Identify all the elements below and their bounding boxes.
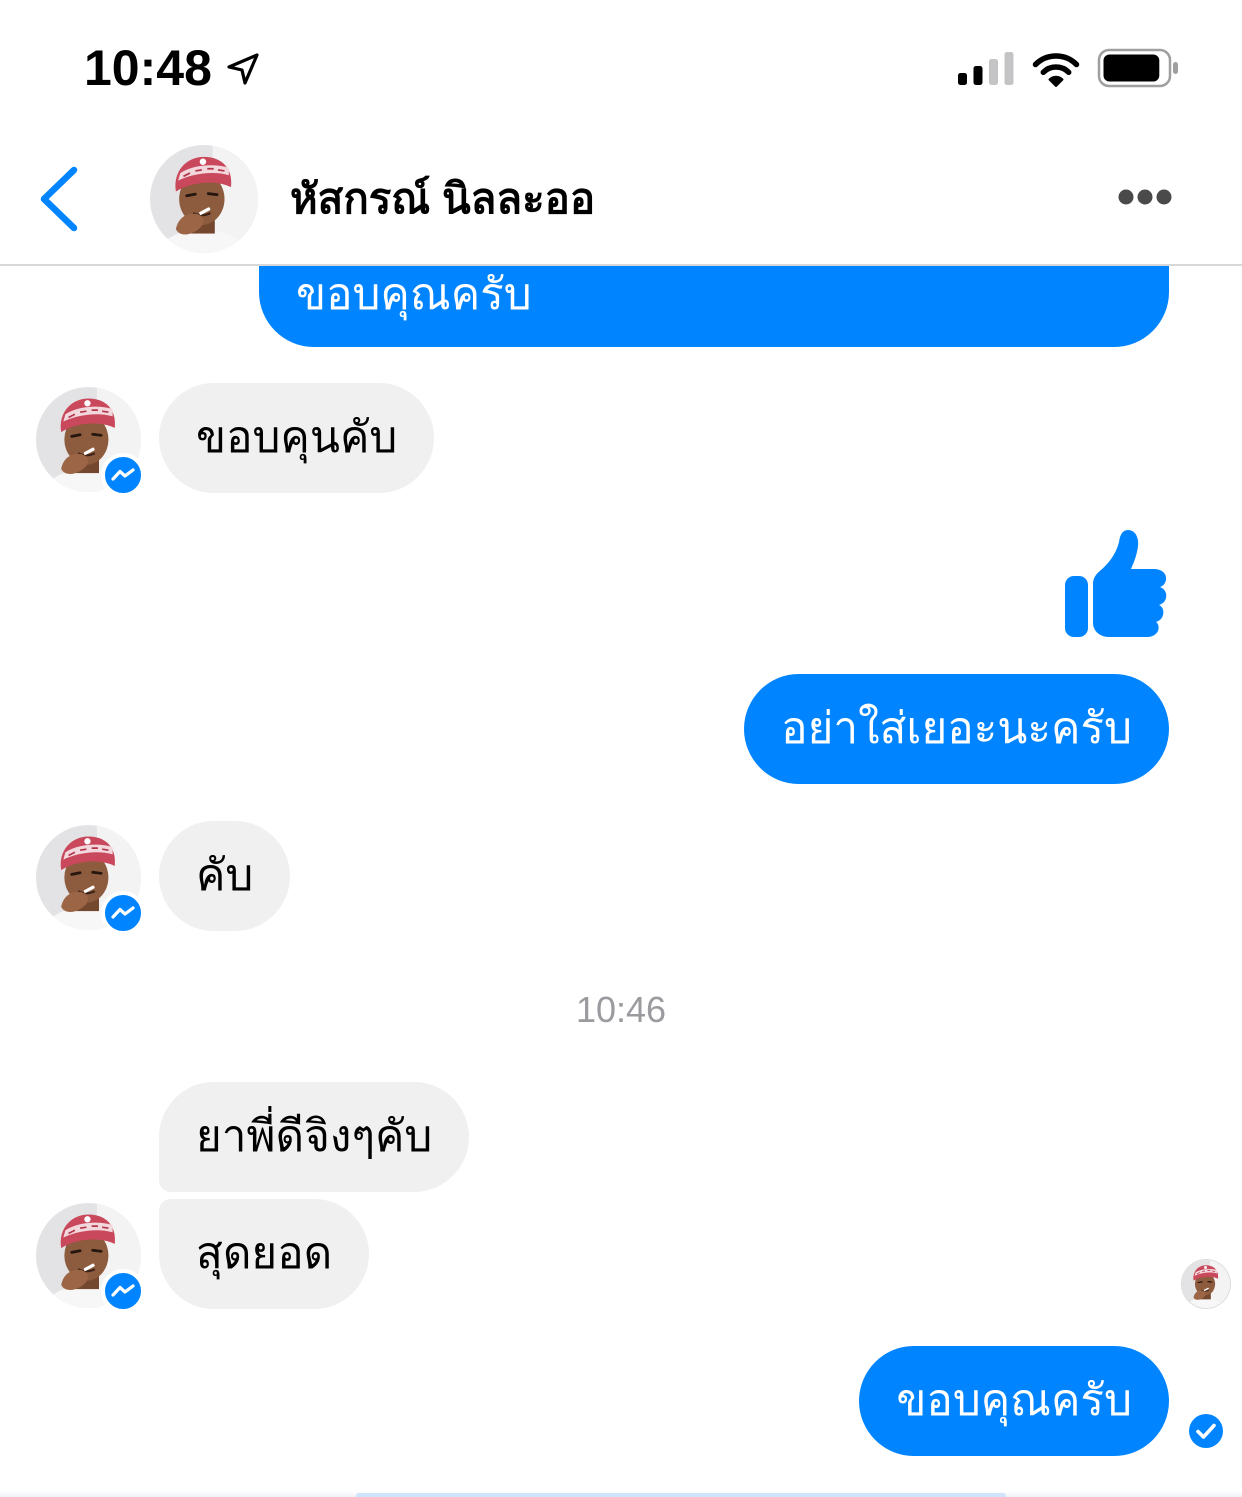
message-text: ขอบคุณครับ bbox=[896, 1376, 1132, 1425]
contact-name[interactable]: หัสกรณ์ นิลละออ bbox=[290, 171, 595, 227]
delivered-check-icon bbox=[1189, 1414, 1223, 1448]
message-text: คับ bbox=[196, 851, 254, 900]
signal-bar bbox=[973, 66, 983, 85]
more-options-button[interactable] bbox=[1110, 176, 1182, 218]
contact-avatar[interactable] bbox=[150, 145, 258, 253]
messenger-badge-icon bbox=[101, 891, 145, 935]
signal-bar bbox=[989, 59, 998, 85]
received-message-bubble[interactable]: สุดยอด bbox=[159, 1199, 370, 1309]
signal-icon bbox=[958, 52, 1014, 85]
battery-fill bbox=[1103, 54, 1160, 82]
messenger-badge-icon bbox=[101, 1269, 145, 1313]
received-message-bubble[interactable]: ขอบคุนคับ bbox=[159, 383, 435, 493]
partial-message-bubble bbox=[356, 1493, 1006, 1497]
sent-message-bubble[interactable]: ขอบคุณครับ bbox=[859, 1346, 1169, 1456]
chevron-left-icon bbox=[40, 166, 78, 232]
signal-bar bbox=[1004, 52, 1014, 85]
battery-icon bbox=[1097, 48, 1178, 88]
message-text: ขอบคุนคับ bbox=[196, 413, 398, 462]
message-text: อย่าใส่เยอะนะครับ bbox=[781, 704, 1132, 753]
top-bar: 10:48 หัสกรณ์ นิลละออ bbox=[0, 0, 1242, 264]
sent-message-bubble[interactable]: อย่าใส่เยอะนะครับ bbox=[744, 674, 1169, 784]
messenger-badge-icon bbox=[101, 453, 145, 497]
received-message-bubble[interactable]: คับ bbox=[159, 821, 291, 931]
sender-avatar[interactable] bbox=[36, 387, 145, 497]
received-message-bubble[interactable]: ยาพี่ดีจิงๆคับ bbox=[159, 1082, 470, 1192]
message-text: ยาพี่ดีจิงๆคับ bbox=[196, 1112, 433, 1161]
sender-avatar[interactable] bbox=[36, 1203, 145, 1313]
header-divider bbox=[0, 264, 1242, 266]
back-button[interactable] bbox=[30, 160, 94, 238]
avatar-photo bbox=[150, 145, 258, 253]
timestamp-divider: 10:46 bbox=[575, 989, 667, 1030]
location-arrow-icon bbox=[227, 53, 259, 85]
read-receipt-avatar bbox=[1182, 1260, 1230, 1308]
more-horizontal-icon bbox=[1118, 189, 1172, 205]
conversation-contact[interactable]: หัสกรณ์ นิลละออ bbox=[150, 145, 850, 253]
message-text: สุดยอด bbox=[196, 1229, 333, 1278]
sender-avatar[interactable] bbox=[36, 825, 145, 935]
wifi-icon bbox=[1032, 53, 1080, 87]
status-time: 10:48 bbox=[84, 40, 212, 96]
thumbs-up-icon[interactable] bbox=[1063, 528, 1169, 639]
signal-bar bbox=[958, 73, 967, 85]
